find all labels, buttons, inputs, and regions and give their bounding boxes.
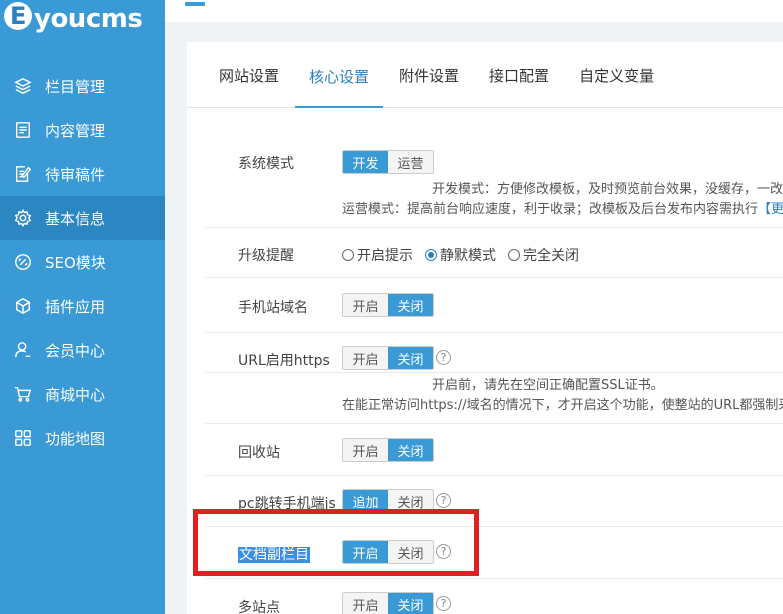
radio-label: 静默模式: [440, 248, 496, 264]
sidebar-item-label: 内容管理: [45, 121, 106, 140]
radio-circle-checked[interactable]: [425, 249, 437, 261]
sidebar-item-label: 待审稿件: [45, 165, 106, 184]
layers-icon: [13, 76, 33, 96]
setting-label: 回收站: [238, 445, 280, 461]
sidebar-item-label: 栏目管理: [45, 77, 106, 96]
sidebar-item-pending[interactable]: 待审稿件: [0, 152, 165, 196]
setting-label: 多站点: [238, 600, 280, 614]
sidebar-nav: 栏目管理 内容管理 待审稿件 基本信息 SEO模块 插件应用 会员中心 商城中心…: [0, 64, 165, 460]
disable-button[interactable]: 关闭: [388, 347, 433, 369]
dev-mode-button[interactable]: 开发: [343, 151, 388, 173]
cube-icon: [13, 296, 33, 316]
https-toggle: 开启 关闭: [342, 346, 434, 370]
setting-label: URL启用https: [238, 353, 330, 369]
top-bar: [165, 0, 783, 22]
sidebar-item-basic-info[interactable]: 基本信息: [0, 196, 165, 240]
setting-note: 运营模式：提高前台响应速度，利于收录；改模板及后台发布内容需执行【更新: [342, 198, 783, 217]
setting-note-text: 运营模式：提高前台响应速度，利于收录；改模板及后台发布内容需执行: [342, 202, 759, 217]
settings-tabs: 网站设置 核心设置 附件设置 接口配置 自定义变量: [187, 42, 783, 108]
multi-site-toggle: 开启 关闭: [342, 592, 434, 614]
recycle-toggle: 开启 关闭: [342, 438, 434, 462]
sidebar-item-label: 基本信息: [45, 209, 106, 228]
setting-note: 在能正常访问https://域名的情况下，才开启这个功能，使整站的URL都强制采…: [342, 398, 783, 413]
setting-label: 升级提醒: [238, 248, 294, 264]
tab-attachment-settings[interactable]: 附件设置: [385, 65, 473, 107]
radio-enable-notice[interactable]: 开启提示: [342, 245, 413, 265]
user-icon: [13, 340, 33, 360]
system-mode-toggle: 开发 运营: [342, 150, 434, 174]
setting-note: 开启前，请先在空间正确配置SSL证书。: [432, 378, 664, 393]
sidebar-item-shop[interactable]: 商城中心: [0, 372, 165, 416]
setting-label: 系统模式: [238, 156, 294, 172]
help-icon[interactable]: ?: [436, 596, 451, 611]
sidebar-item-columns[interactable]: 栏目管理: [0, 64, 165, 108]
edit-document-icon: [13, 164, 33, 184]
setting-note: 开发模式：方便修改模板，及时预览前台效果，没缓存，一改便: [432, 182, 783, 197]
setting-row-multi-site: 多站点 开启 关闭 ?: [205, 579, 783, 614]
setting-row-system-mode: 系统模式 开发 运营 开发模式：方便修改模板，及时预览前台效果，没缓存，一改便 …: [205, 108, 783, 228]
help-icon[interactable]: ?: [436, 350, 451, 365]
sidebar-item-label: 插件应用: [45, 297, 106, 316]
tab-api-config[interactable]: 接口配置: [475, 65, 563, 107]
tab-site-settings[interactable]: 网站设置: [205, 65, 293, 107]
enable-button[interactable]: 开启: [343, 439, 388, 461]
logo[interactable]: E youcms: [0, 0, 165, 38]
disable-button[interactable]: 关闭: [388, 593, 433, 614]
disable-button[interactable]: 关闭: [388, 294, 433, 316]
sidebar-item-content[interactable]: 内容管理: [0, 108, 165, 152]
mobile-domain-toggle: 开启 关闭: [342, 293, 434, 317]
enable-button[interactable]: 开启: [343, 347, 388, 369]
enable-button[interactable]: 开启: [343, 593, 388, 614]
setting-row-recycle: 回收站 开启 关闭: [205, 425, 783, 476]
radio-circle[interactable]: [508, 249, 520, 261]
upgrade-notice-radio-group: 开启提示 静默模式 完全关闭: [342, 245, 591, 265]
ops-mode-button[interactable]: 运营: [388, 151, 433, 173]
sidebar-item-feature-map[interactable]: 功能地图: [0, 416, 165, 460]
radio-label: 完全关闭: [523, 248, 579, 264]
radio-label: 开启提示: [357, 248, 413, 264]
tab-core-settings[interactable]: 核心设置: [295, 66, 384, 108]
sidebar-item-label: SEO模块: [45, 253, 106, 272]
setting-row-https: URL启用https 开启 关闭 ? 开启前，请先在空间正确配置SSL证书。 在…: [205, 332, 783, 424]
annotation-highlight-box: [193, 509, 479, 576]
logo-mark: E: [4, 2, 32, 30]
enable-button[interactable]: 开启: [343, 294, 388, 316]
radio-silent-mode[interactable]: 静默模式: [425, 245, 496, 265]
cart-icon: [13, 384, 33, 404]
sidebar-item-label: 功能地图: [45, 429, 106, 448]
sidebar-item-label: 会员中心: [45, 341, 106, 360]
update-cache-link[interactable]: 【更新: [758, 202, 783, 217]
document-icon: [13, 120, 33, 140]
setting-label: 手机站域名: [238, 300, 308, 316]
sidebar-item-seo[interactable]: SEO模块: [0, 240, 165, 284]
gear-icon: [13, 208, 33, 228]
tab-custom-variables[interactable]: 自定义变量: [565, 65, 668, 107]
sidebar-item-members[interactable]: 会员中心: [0, 328, 165, 372]
link-icon: [13, 252, 33, 272]
help-icon[interactable]: ?: [436, 493, 451, 508]
sidebar-item-plugins[interactable]: 插件应用: [0, 284, 165, 328]
sidebar-item-label: 商城中心: [45, 385, 106, 404]
radio-circle[interactable]: [342, 249, 354, 261]
setting-row-upgrade-notice: 升级提醒 开启提示 静默模式 完全关闭: [205, 228, 783, 278]
menu-toggle-indicator[interactable]: [185, 2, 205, 6]
disable-button[interactable]: 关闭: [388, 439, 433, 461]
logo-text: youcms: [34, 4, 143, 34]
radio-fully-disable[interactable]: 完全关闭: [508, 245, 579, 265]
grid-icon: [13, 428, 33, 448]
sidebar: E youcms 栏目管理 内容管理 待审稿件 基本信息 SEO模块 插件应用 …: [0, 0, 165, 614]
